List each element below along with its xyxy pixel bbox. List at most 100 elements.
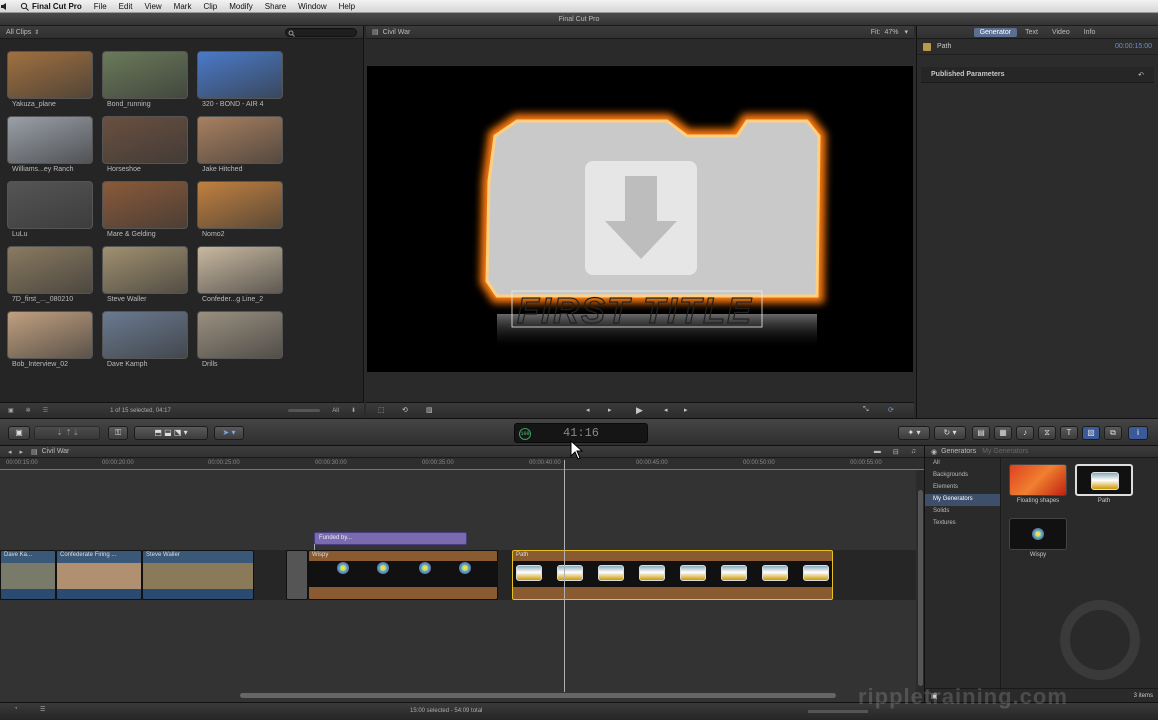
tab-video[interactable]: Video (1046, 28, 1076, 37)
duration-all-label[interactable]: All (332, 408, 339, 414)
browser-clip[interactable]: LuLu (6, 181, 94, 238)
transform-tool-icon[interactable]: ⟲ (402, 406, 408, 414)
generator-path[interactable]: Path (1075, 464, 1133, 504)
category-backgrounds[interactable]: Backgrounds (925, 470, 1000, 482)
inspector-toggle-icon[interactable]: i (1128, 426, 1148, 440)
ruler-tick: 00:00:50:00 (743, 460, 775, 466)
list-view-icon[interactable]: ☰ (43, 407, 48, 414)
browser-clip[interactable]: 320 - BOND - AIR 4 (196, 51, 284, 108)
spotlight-icon[interactable] (20, 2, 29, 11)
step-back-icon[interactable]: ◂ (664, 406, 668, 414)
browser-clip[interactable]: Horseshoe (101, 116, 189, 173)
volume-icon[interactable] (0, 2, 10, 11)
title-clip-funded[interactable]: Funded by... (314, 532, 467, 545)
menu-help[interactable]: Help (333, 2, 361, 11)
menu-view[interactable]: View (138, 2, 167, 11)
enhancements-button[interactable]: ✦ ▾ (898, 426, 930, 440)
timeline-zoom-slider[interactable] (808, 710, 868, 713)
select-tool-button[interactable]: ➤ ▾ (214, 426, 244, 440)
timeline-clip-dave[interactable]: Dave Ka... (0, 550, 56, 600)
generator-label: Floating shapes (1016, 498, 1060, 504)
tab-generator[interactable]: Generator (973, 27, 1018, 37)
timeline-clip-confederate[interactable]: Confederate Firing ... (56, 550, 142, 600)
prev-frame-icon[interactable]: ▸ (608, 406, 612, 414)
timeline-ruler[interactable]: 00:00:15:00 00:00:20:00 00:00:25:00 00:0… (0, 458, 924, 470)
gear-icon[interactable]: ✲ (26, 407, 31, 414)
menu-modify[interactable]: Modify (223, 2, 259, 11)
menu-clip[interactable]: Clip (197, 2, 223, 11)
browser-clip[interactable]: Nomo2 (196, 181, 284, 238)
zoom-slider-icon[interactable]: ⊟ (893, 448, 899, 456)
forward-icon[interactable]: ▸ (20, 448, 24, 456)
effects-browser-icon[interactable]: ▤ (972, 426, 990, 440)
browser-clip[interactable]: 7D_first_..._080210 (6, 246, 94, 303)
arrow-down-icon[interactable]: ⬇ (351, 407, 356, 414)
browser-clip[interactable]: Confeder...g Line_2 (196, 246, 284, 303)
audio-skimming-icon[interactable]: ♫ (911, 448, 916, 455)
tab-info[interactable]: Info (1078, 28, 1102, 37)
retime-button[interactable]: ↻ ▾ (934, 426, 966, 440)
titles-browser-icon[interactable]: T (1060, 426, 1078, 440)
browser-clip[interactable]: Dave Kamph (101, 311, 189, 368)
step-forward-icon[interactable]: ▸ (684, 406, 688, 414)
timeline-index-icon[interactable]: ☰ (40, 706, 45, 713)
category-textures[interactable]: Textures (925, 518, 1000, 530)
crop-tool-icon[interactable]: ⬚ (378, 406, 385, 414)
selection-duration: 15:00 selected - 54:09 total (410, 708, 483, 714)
category-solids[interactable]: Solids (925, 506, 1000, 518)
clip-appearance-icon[interactable]: ▬ (874, 448, 881, 455)
photos-browser-icon[interactable]: ▦ (994, 426, 1012, 440)
menu-mark[interactable]: Mark (168, 2, 198, 11)
audio-meter-icon[interactable]: ◔ (14, 706, 18, 712)
thumb-size-slider[interactable] (288, 409, 321, 412)
back-icon[interactable]: ◂ (8, 448, 12, 456)
playhead[interactable] (564, 460, 565, 692)
browser-clip[interactable]: Bob_Interview_02 (6, 311, 94, 368)
path-thumb-icon (639, 565, 665, 581)
zoom-dropdown[interactable]: 47% (884, 29, 898, 36)
menu-window[interactable]: Window (292, 2, 332, 11)
timeline-clip-steve[interactable]: Steve Waller (142, 550, 254, 600)
prev-edit-icon[interactable]: ◂ (586, 406, 590, 414)
connect-insert-group[interactable]: ⇣ ⇡ ⤓ (34, 426, 100, 440)
browser-clip[interactable]: Steve Waller (101, 246, 189, 303)
import-media-button[interactable]: ▣ (8, 426, 30, 440)
timeline-clip-path[interactable]: Path (512, 550, 833, 600)
generators-browser-icon[interactable]: ▧ (1082, 426, 1100, 440)
generator-floating-shapes[interactable]: Floating shapes (1009, 464, 1067, 504)
menu-edit[interactable]: Edit (113, 2, 139, 11)
reset-icon[interactable]: ↶ (1138, 71, 1144, 79)
browser-clip[interactable]: Williams...ey Ranch (6, 116, 94, 173)
filmstrip-view-icon[interactable]: ▣ (8, 407, 14, 414)
timeline-vertical-scrollbar[interactable] (918, 490, 923, 686)
viewer-canvas[interactable]: FIRST TITLE (367, 66, 913, 372)
edit-buttons-group[interactable]: ⬒ ⬓ ⬔ ▾ (134, 426, 208, 440)
timeline-gap-clip[interactable] (286, 550, 308, 600)
chevron-down-icon[interactable]: ▾ (904, 28, 908, 36)
timeline-horizontal-scrollbar[interactable] (240, 693, 836, 698)
loop-icon[interactable]: ⟳ (888, 406, 894, 414)
play-icon[interactable]: ▶ (636, 405, 643, 416)
clip-filter-dropdown[interactable]: All Clips (6, 29, 31, 36)
menu-file[interactable]: File (88, 2, 113, 11)
music-browser-icon[interactable]: ♪ (1016, 426, 1034, 440)
search-field[interactable] (285, 27, 357, 37)
fullscreen-icon[interactable]: ⤡ (863, 406, 869, 414)
themes-browser-icon[interactable]: ⧉ (1104, 426, 1122, 440)
close-panel-icon[interactable]: ◉ (931, 448, 937, 456)
browser-clip[interactable]: Drills (196, 311, 284, 368)
distort-tool-icon[interactable]: ▨ (426, 406, 433, 414)
category-my-generators[interactable]: My Generators (925, 494, 1000, 506)
generator-wispy[interactable]: Wispy (1009, 518, 1067, 558)
category-all[interactable]: All (925, 458, 1000, 470)
keyword-button[interactable]: ⚿ (108, 426, 128, 440)
transitions-browser-icon[interactable]: ⧖ (1038, 426, 1056, 440)
browser-clip[interactable]: Mare & Gelding (101, 181, 189, 238)
browser-clip[interactable]: Bond_running (101, 51, 189, 108)
category-elements[interactable]: Elements (925, 482, 1000, 494)
tab-text[interactable]: Text (1019, 28, 1044, 37)
menu-share[interactable]: Share (259, 2, 292, 11)
browser-clip[interactable]: Jake Hitched (196, 116, 284, 173)
timeline-clip-wispy[interactable]: Wispy (308, 550, 498, 600)
browser-clip[interactable]: Yakuza_plane (6, 51, 94, 108)
